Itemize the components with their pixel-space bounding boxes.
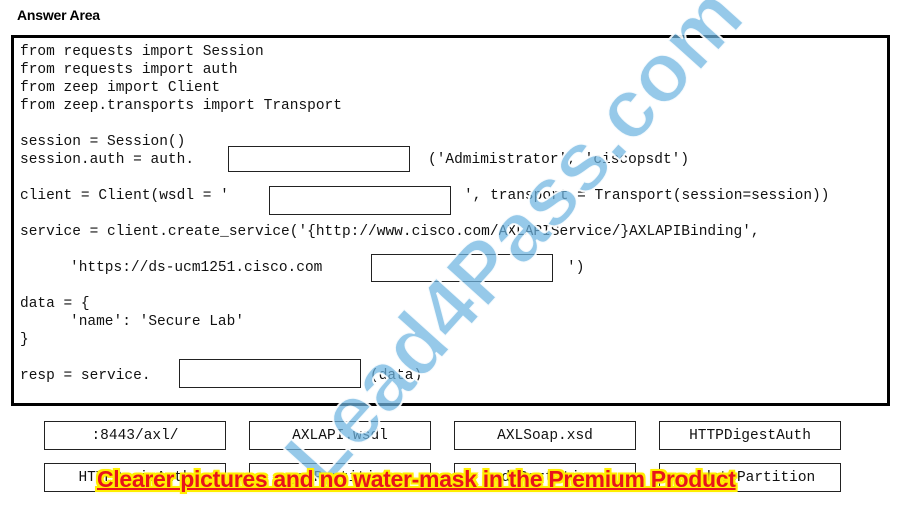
code-line-url-prefix: 'https://ds-ucm1251.cisco.com [70, 260, 323, 276]
code-line-session: session = Session() [20, 134, 186, 150]
code-line-auth-suffix: ('Admimistrator', 'ciscopsdt') [428, 152, 690, 168]
answer-area-title: Answer Area [17, 7, 100, 23]
code-line-auth-prefix: session.auth = auth. [20, 152, 195, 168]
option-http-digest-auth[interactable]: HTTPDigestAuth [659, 421, 841, 450]
option-axlapi-wsdl[interactable]: AXLAPI.wsdl [249, 421, 431, 450]
code-line-data-item: 'name': 'Secure Lab' [70, 314, 245, 330]
code-line-import-2: from requests import auth [20, 62, 238, 78]
auth-method-drop-target[interactable] [228, 146, 410, 172]
code-line-client-suffix: ', transport = Transport(session=session… [464, 188, 830, 204]
code-line-data-close: } [20, 332, 29, 348]
code-line-import-3: from zeep import Client [20, 80, 221, 96]
code-line-data-open: data = { [20, 296, 90, 312]
code-line-resp-prefix: resp = service. [20, 368, 151, 384]
code-line-import-4: from zeep.transports import Transport [20, 98, 342, 114]
url-path-drop-target[interactable] [371, 254, 553, 282]
code-line-import-1: from requests import Session [20, 44, 264, 60]
service-method-drop-target[interactable] [179, 359, 361, 388]
code-line-client-prefix: client = Client(wsdl = ' [20, 188, 229, 204]
option-axl-port-path[interactable]: :8443/axl/ [44, 421, 226, 450]
code-line-resp-suffix: (data) [370, 368, 423, 384]
code-line-url-suffix: ') [567, 260, 585, 276]
promo-banner: Clearer pictures and no water-mask in th… [97, 466, 736, 492]
option-axlsoap-xsd[interactable]: AXLSoap.xsd [454, 421, 636, 450]
code-line-service: service = client.create_service('{http:/… [20, 224, 760, 240]
wsdl-drop-target[interactable] [269, 186, 451, 215]
code-panel: from requests import Session from reques… [11, 35, 890, 406]
